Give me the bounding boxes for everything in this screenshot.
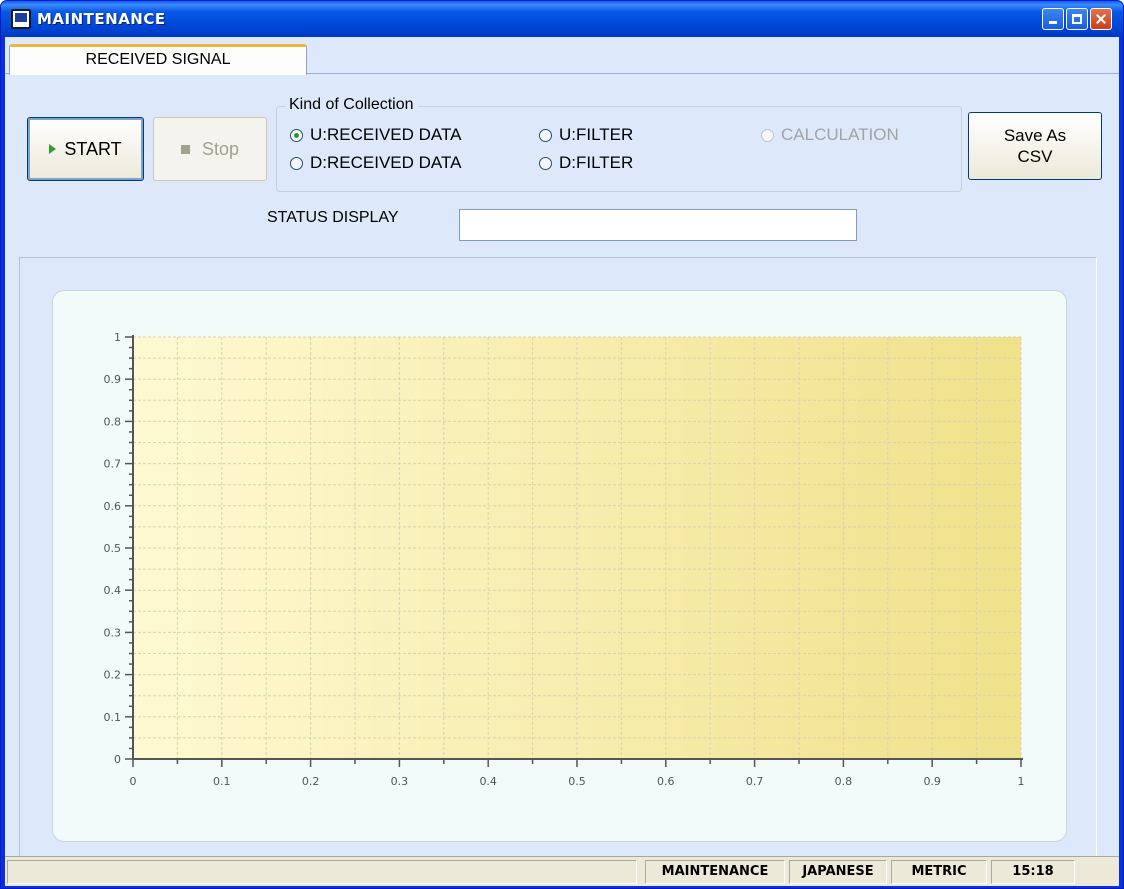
title-bar[interactable]: MAINTENANCE — [1, 1, 1123, 37]
play-icon — [49, 144, 57, 154]
save-button-label-line1: Save As — [1003, 126, 1067, 145]
radio-label: D:RECEIVED DATA — [310, 153, 462, 172]
save-button-label-line2: CSV — [1017, 147, 1053, 166]
y-tick-label: 0.3 — [104, 626, 122, 639]
status-language-cell: JAPANESE — [789, 860, 887, 884]
maintenance-window: MAINTENANCE RECEIVED SIGNAL START Stop K… — [0, 0, 1124, 889]
minimize-button[interactable] — [1042, 8, 1064, 30]
x-tick-label: 0.8 — [835, 775, 853, 788]
radio-u-filter[interactable]: U:FILTER — [539, 125, 633, 145]
stop-button: Stop — [153, 117, 267, 181]
close-button[interactable] — [1090, 8, 1112, 30]
chart-panel: 0 0.1 0.2 0.3 0.4 0.5 0.6 0.7 0.8 0.9 1 0 0.1 0.2 0.3 0… — [19, 257, 1097, 859]
status-units-cell: METRIC — [891, 860, 987, 884]
window-title: MAINTENANCE — [37, 10, 166, 28]
status-display-label: STATUS DISPLAY — [267, 209, 399, 226]
status-mode-cell: MAINTENANCE — [645, 860, 785, 884]
minimize-icon — [1048, 14, 1058, 24]
radio-label: U:RECEIVED DATA — [310, 125, 462, 144]
radio-label: CALCULATION — [781, 125, 899, 144]
client-area: RECEIVED SIGNAL START Stop Kind of Colle… — [5, 37, 1119, 886]
start-button[interactable]: START — [27, 117, 144, 181]
radio-label: U:FILTER — [559, 125, 634, 144]
radio-icon — [761, 128, 774, 142]
maximize-button[interactable] — [1066, 8, 1088, 30]
x-tick-label: 0.5 — [568, 775, 586, 788]
x-tick-label: 0.2 — [302, 775, 320, 788]
radio-d-received-data[interactable]: D:RECEIVED DATA — [290, 153, 461, 173]
radio-icon — [539, 128, 552, 142]
radio-u-received-data[interactable]: U:RECEIVED DATA — [290, 125, 461, 145]
app-icon — [11, 9, 31, 29]
x-tick-label: 0.6 — [657, 775, 675, 788]
x-tick-label: 0.4 — [479, 775, 497, 788]
radio-icon — [290, 156, 303, 170]
close-icon — [1096, 14, 1106, 24]
y-tick-label: 1 — [114, 331, 121, 344]
x-tick-label: 0.7 — [746, 775, 764, 788]
kind-of-collection-legend: Kind of Collection — [285, 96, 418, 114]
chart-card: 0 0.1 0.2 0.3 0.4 0.5 0.6 0.7 0.8 0.9 1 0 0.1 0.2 0.3 0… — [52, 290, 1067, 842]
y-tick-label: 0.2 — [104, 669, 122, 682]
y-tick-label: 0.8 — [104, 415, 122, 428]
x-tick-label: 1 — [1018, 775, 1025, 788]
y-tick-label: 0.7 — [104, 458, 122, 471]
y-tick-label: 0.9 — [104, 373, 122, 386]
radio-calculation: CALCULATION — [761, 125, 899, 145]
y-tick-label: 0.6 — [104, 500, 122, 513]
received-signal-chart: 0 0.1 0.2 0.3 0.4 0.5 0.6 0.7 0.8 0.9 1 0 0.1 0.2 0.3 0… — [104, 331, 1025, 788]
y-tick-label: 0.4 — [104, 584, 122, 597]
radio-label: D:FILTER — [559, 153, 634, 172]
y-tick-label: 0.1 — [104, 711, 122, 724]
x-tick-label: 0.1 — [213, 775, 231, 788]
radio-d-filter[interactable]: D:FILTER — [539, 153, 633, 173]
tab-received-signal[interactable]: RECEIVED SIGNAL — [9, 44, 307, 75]
x-tick-label: 0.9 — [923, 775, 941, 788]
stop-icon — [180, 144, 190, 154]
stop-button-label: Stop — [201, 138, 240, 159]
maximize-icon — [1072, 14, 1082, 24]
x-tick-label: 0.3 — [391, 775, 409, 788]
tab-strip: RECEIVED SIGNAL — [5, 37, 1119, 75]
x-tick-label: 0 — [130, 775, 137, 788]
y-tick-label: 0.5 — [104, 542, 122, 555]
kind-of-collection-group: Kind of Collection U:RECEIVED DATA D:REC… — [276, 96, 962, 192]
y-tick-label: 0 — [114, 753, 121, 766]
status-clock-cell: 15:18 — [991, 860, 1075, 884]
status-bar: MAINTENANCE JAPANESE METRIC 15:18 — [5, 856, 1119, 886]
save-as-csv-button[interactable]: Save As CSV — [968, 112, 1102, 180]
status-display-field — [459, 209, 857, 241]
radio-icon — [539, 156, 552, 170]
radio-selected-icon — [290, 128, 303, 142]
status-message-cell — [7, 860, 637, 884]
start-button-label: START — [64, 138, 122, 159]
